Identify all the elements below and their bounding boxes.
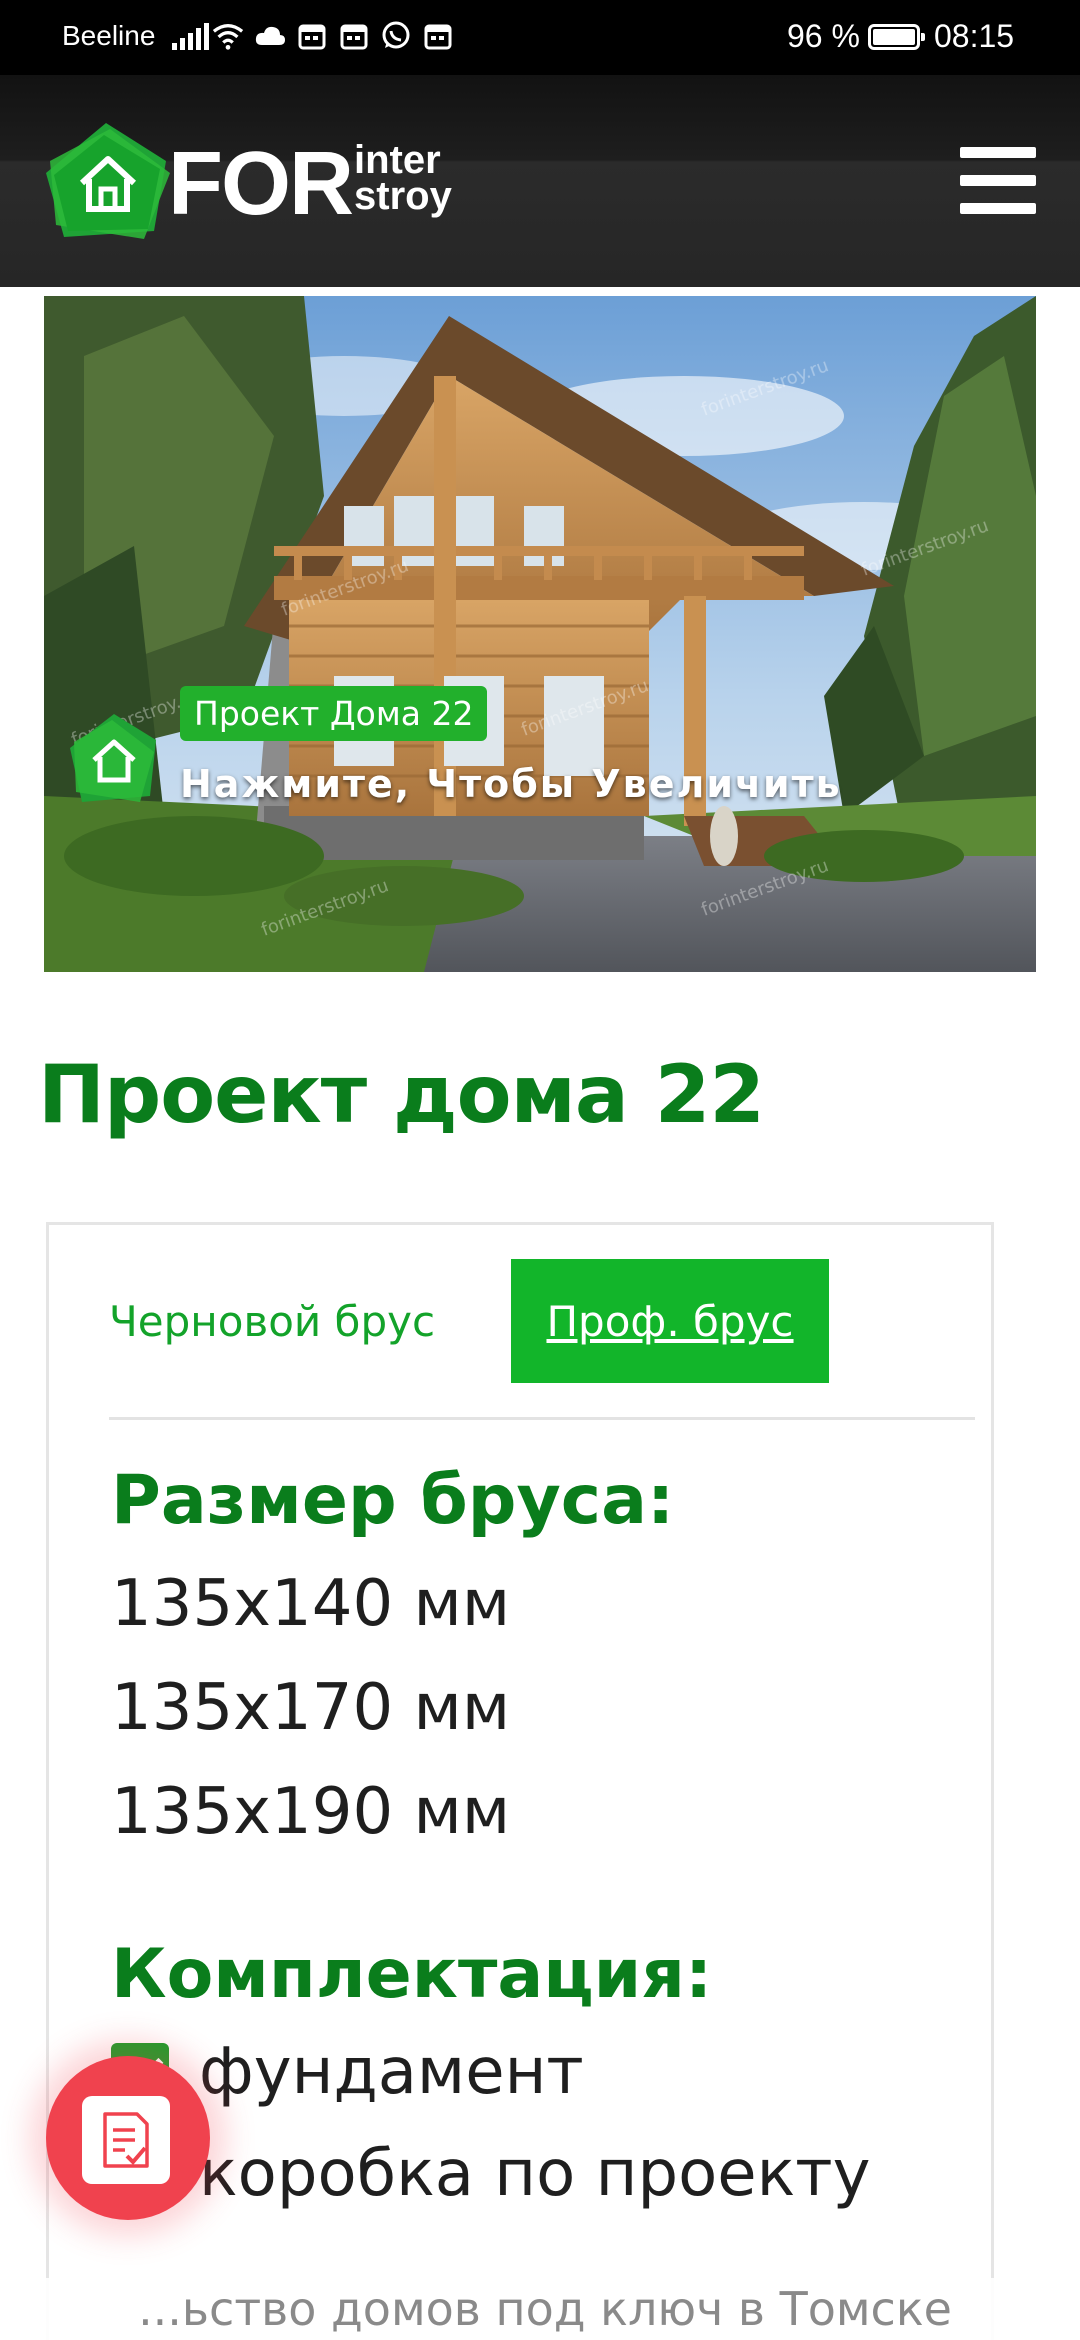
kit-item: коробка по проекту: [111, 2137, 870, 2211]
status-bar: Beeline 96 % 08:15: [0, 0, 1080, 75]
kit-item-label: коробка по проекту: [199, 2137, 871, 2211]
battery-percent: 96 %: [787, 18, 860, 54]
clock: 08:15: [934, 18, 1015, 54]
timber-size-item: 135x170 мм: [111, 1671, 511, 1745]
house-project-image[interactable]: forinterstroy.ru forinterstroy.ru forint…: [44, 296, 1036, 972]
calendar-icon: [338, 20, 370, 52]
kit-item-label: фундамент: [199, 2035, 584, 2109]
request-form-button[interactable]: [46, 2056, 210, 2220]
hamburger-icon: [960, 147, 1036, 158]
project-tag: Проект Дома 22: [180, 686, 488, 741]
footer-tagline: ...ьство домов под ключ в Томске: [0, 2278, 1080, 2340]
tab-rough-timber[interactable]: Черновой брус: [109, 1259, 435, 1383]
wifi-icon: [212, 20, 244, 52]
logo-text-stroy: stroy: [354, 174, 452, 218]
page-title: Проект дома 22: [38, 1048, 765, 1141]
house-illustration: forinterstroy.ru forinterstroy.ru forint…: [44, 296, 1036, 972]
zoom-hint: Нажмите, Чтобы Увеличить: [180, 762, 842, 806]
carrier-name: Beeline: [62, 20, 156, 51]
house-badge-icon: [70, 714, 156, 802]
hamburger-menu-button[interactable]: [960, 145, 1036, 215]
site-logo[interactable]: FOR inter stroy: [44, 121, 464, 251]
kit-title: Комплектация:: [111, 1935, 713, 2014]
calendar-icon: [422, 20, 454, 52]
cloud-icon: [254, 20, 286, 52]
whatsapp-icon: [380, 20, 412, 52]
tabs-divider: [109, 1417, 975, 1420]
document-check-icon: [82, 2096, 170, 2184]
calendar-icon: [296, 20, 328, 52]
battery-icon: [868, 24, 925, 50]
house-logo-icon: [46, 123, 170, 239]
logo-text-for: FOR: [168, 134, 354, 234]
timber-size-item: 135x140 мм: [111, 1567, 511, 1641]
signal-icon: [172, 22, 209, 50]
status-icons: [212, 20, 454, 52]
timber-size-title: Размер бруса:: [111, 1461, 675, 1540]
site-header: FOR inter stroy: [0, 75, 1080, 287]
timber-size-item: 135x190 мм: [111, 1775, 511, 1849]
tab-profiled-timber[interactable]: Проф. брус: [511, 1259, 829, 1383]
